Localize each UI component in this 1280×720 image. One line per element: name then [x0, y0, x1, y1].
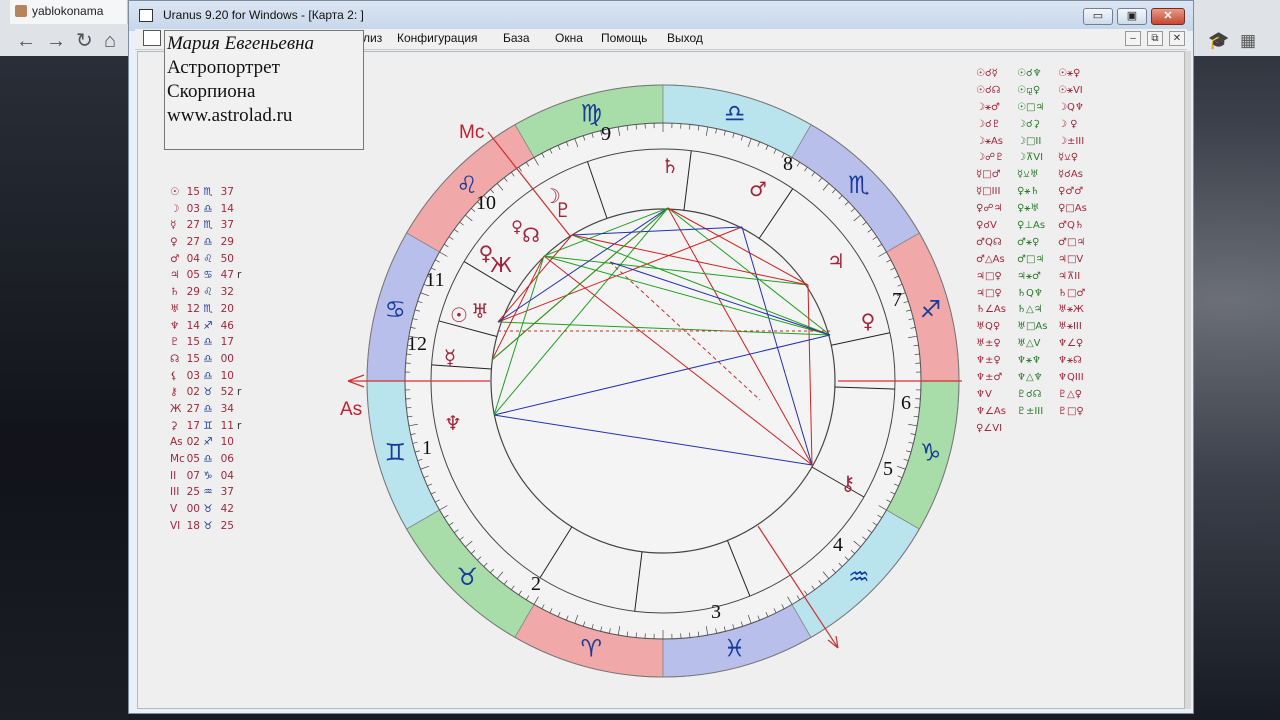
planet-glyph: ♂ [749, 177, 767, 201]
zodiac-glyph: ♌ [456, 171, 478, 199]
house-number: 10 [476, 192, 496, 214]
venus-glyph: ♀ [511, 217, 523, 236]
planet-glyph: Ж [490, 253, 512, 277]
planet-glyph: ♇ [554, 198, 572, 222]
house-number: 7 [892, 289, 902, 311]
zodiac-glyph: ♋ [385, 295, 407, 323]
house-number: 6 [901, 392, 911, 414]
zodiac-glyph: ♍ [581, 99, 603, 127]
house-number: 11 [425, 269, 444, 291]
planet-glyph: ☉ [450, 303, 468, 327]
zodiac-glyph: ♉ [456, 563, 478, 591]
planet-glyph: ♄ [661, 154, 679, 178]
zodiac-glyph: ♈ [581, 635, 603, 663]
house-number: 9 [601, 123, 611, 145]
house-number: 1 [422, 437, 432, 459]
zodiac-glyph: ♎ [724, 99, 746, 127]
natal-chart-wheel: ♍♌♋♊♉♈ ♓♒♑♐♏♎123456789101112McAs♄♂♃♀⚷♆☿☉ ♅… [340, 84, 962, 678]
house-number: 8 [783, 153, 793, 175]
house-number: 2 [531, 573, 541, 595]
planet-glyph: ⚷ [841, 471, 856, 495]
zodiac-glyph: ♊ [385, 439, 407, 467]
zodiac-glyph: ♐ [920, 295, 942, 323]
as-label: As [340, 399, 362, 420]
house-number: 3 [711, 601, 721, 623]
house-number: 5 [883, 458, 893, 480]
planet-glyph: ♀ [861, 309, 876, 333]
planet-glyph: ♆ [444, 411, 462, 435]
mc-label: Mc [459, 122, 484, 143]
house-number: 4 [833, 534, 843, 556]
zodiac-glyph: ♏ [848, 171, 870, 199]
planet-glyph: ♃ [827, 249, 845, 273]
ic-arrow-icon [827, 635, 839, 649]
house-number: 12 [407, 333, 427, 355]
zodiac-glyph: ♓ [724, 635, 746, 663]
planet-glyph: ☊ [522, 223, 540, 247]
planet-glyph: ♅ [471, 299, 489, 323]
planet-glyph: ☿ [444, 345, 456, 369]
zodiac-glyph: ♒ [848, 563, 870, 591]
planet-glyph: ♀ [479, 241, 494, 265]
zodiac-glyph: ♑ [920, 439, 942, 467]
